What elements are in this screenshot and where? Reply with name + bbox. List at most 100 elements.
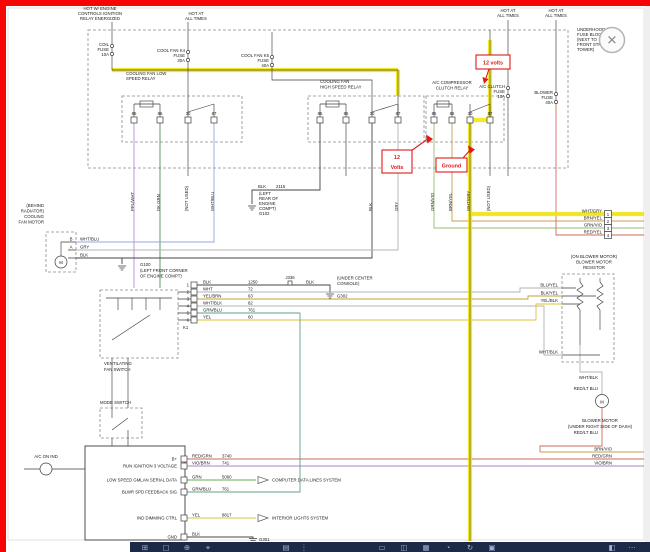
relay-pin-number: 85 bbox=[318, 111, 323, 116]
wire-color-label: YEL bbox=[192, 513, 201, 518]
module-pin-label: LOW SPEED GMLAN SERIAL DATA bbox=[107, 478, 177, 483]
circuit-number: 761 bbox=[222, 487, 230, 492]
toolbar-frame-icon[interactable]: ▢ bbox=[162, 543, 169, 552]
location-note: CONSOLE) bbox=[337, 281, 360, 286]
component-name: BLOWER MOTOR bbox=[576, 260, 612, 265]
toolbar-split-icon[interactable]: ◫ bbox=[400, 543, 407, 552]
toolbar-rows-icon[interactable]: ▤ bbox=[282, 543, 289, 552]
wire-color-label: WHT/BLU bbox=[80, 237, 99, 242]
relay-pin-number: 87 bbox=[212, 111, 217, 116]
wire-color-label: (NOT USED) bbox=[184, 185, 189, 211]
wire-color-label: (NOT USED) bbox=[486, 185, 491, 211]
component-name: FAN SWITCH bbox=[104, 367, 131, 372]
wire-color-label: YEL bbox=[203, 315, 212, 320]
circuit-number: 60 bbox=[248, 315, 253, 320]
wire-color-label: WHT bbox=[203, 287, 213, 292]
relay-pin-number: 85 bbox=[432, 111, 437, 116]
wire-color-label: WHT/BLK bbox=[203, 301, 222, 306]
wire-color-label: BLK bbox=[80, 253, 88, 258]
wire-color-label: GRY bbox=[80, 245, 89, 250]
relay-pin-number: 86 bbox=[158, 111, 163, 116]
toolbar-progress-icon[interactable]: ◔ bbox=[446, 543, 451, 552]
wiring-diagram-view: HOT W/ ENGINE CONTROLS IGNITION RELAY EN… bbox=[0, 0, 650, 552]
wire-color-label: WHT/BLK bbox=[539, 350, 558, 355]
relay-pin-number: 85 bbox=[132, 111, 137, 116]
system-ref: INTERIOR LIGHTS SYSTEM bbox=[272, 516, 329, 521]
hot-label: ALL TIMES bbox=[545, 13, 567, 18]
toolbar-grid-icon[interactable]: ⊞ bbox=[142, 543, 148, 552]
wire-color-label: BRN/YEL bbox=[584, 216, 603, 221]
annotation-text: Ground bbox=[442, 164, 461, 170]
ac-indicator-lamp bbox=[40, 463, 52, 475]
toolbar-more-icon[interactable]: ⋯ bbox=[628, 543, 636, 552]
location-note: (UNDER RIGHT SIDE OF DASH) bbox=[568, 424, 633, 429]
wire-color-label: GRN/VIO bbox=[430, 192, 435, 211]
toolbar-contrast-icon[interactable]: ◧ bbox=[608, 543, 615, 552]
toolbar-refresh-icon[interactable]: ↻ bbox=[467, 543, 473, 552]
toolbar-zoom-in-icon[interactable]: ⊕ bbox=[184, 543, 190, 552]
ground-id: G102 bbox=[259, 211, 270, 216]
relay-name: A/C COMPRESSOR bbox=[432, 80, 471, 85]
j336-junction bbox=[288, 281, 292, 285]
wire-color-label: GRN/BLU bbox=[203, 308, 222, 313]
fuse-label: 10A bbox=[101, 52, 109, 57]
circuit-number: 63 bbox=[248, 294, 253, 299]
relay-pin-number: 30 bbox=[370, 111, 375, 116]
toolbar-box-icon[interactable]: ▣ bbox=[488, 543, 495, 552]
wire-color-label: BLK bbox=[368, 203, 373, 211]
red-border-top bbox=[0, 0, 650, 6]
junction-id: J336 bbox=[285, 275, 295, 280]
hot-label: RELAY ENERGIZED bbox=[80, 16, 120, 21]
wire-color-label: RED/GRN bbox=[592, 454, 612, 459]
annotation-text: Volts bbox=[391, 165, 404, 171]
wire-color-label: WHT/GRY bbox=[582, 209, 602, 214]
close-button[interactable]: ✕ bbox=[600, 28, 625, 53]
toolbar-menu-icon[interactable]: ⋮ bbox=[300, 543, 308, 552]
connector-pin-letter: A bbox=[70, 245, 73, 250]
relay-name: CLUTCH RELAY bbox=[436, 86, 469, 91]
fuse-label: 30A bbox=[177, 58, 185, 63]
wire-color-label: BRN/VIO bbox=[594, 447, 612, 452]
motor-letter: M bbox=[59, 260, 63, 265]
toolbar-table-icon[interactable]: ▦ bbox=[422, 543, 429, 552]
location-note: (BEHIND bbox=[26, 203, 44, 208]
relay-pin-number: 30 bbox=[186, 111, 191, 116]
circuit-number: 1250 bbox=[248, 280, 258, 285]
component-name: COOLING bbox=[24, 214, 44, 219]
ground-id: G301 bbox=[259, 537, 270, 542]
relay-pin-number: 30 bbox=[468, 111, 473, 116]
wire-color-label: BLK bbox=[192, 532, 200, 537]
wire-color-label: RED/GRN bbox=[192, 454, 212, 459]
wire-color-label: BLK bbox=[203, 280, 211, 285]
wire-color-label: VIO/BRN bbox=[192, 461, 210, 466]
ground-id: G100 bbox=[140, 262, 151, 267]
wire-color-label: PPL/WHT bbox=[130, 192, 135, 211]
location-note: TOWER) bbox=[577, 47, 595, 52]
ground-id: G302 bbox=[337, 294, 348, 299]
scrollbar-track[interactable] bbox=[645, 6, 650, 552]
circuit-number: 741 bbox=[222, 461, 230, 466]
system-ref: COMPUTER DATA LINES SYSTEM bbox=[272, 478, 341, 483]
circuit-number: 82 bbox=[248, 301, 253, 306]
red-border-left bbox=[0, 0, 6, 552]
toolbar-panel-icon[interactable]: ▭ bbox=[378, 543, 385, 552]
close-icon[interactable]: ✕ bbox=[607, 33, 618, 48]
wire-color-label: VIO/BRN bbox=[594, 461, 612, 466]
relay-pin-number: 86 bbox=[344, 111, 349, 116]
relay-pin-number: 87 bbox=[488, 111, 493, 116]
module-pin-label: B+ bbox=[172, 457, 178, 462]
annotation-text: 12 bbox=[394, 155, 400, 161]
wire-color-label: YEL/BRN bbox=[203, 294, 221, 299]
bottom-toolbar[interactable]: ⊞ ▢ ⊕ ⌖ ▤ ⋮ ▭ ◫ ▦ ◔ ↻ ▣ ◧ ⋯ bbox=[130, 542, 650, 552]
wire-color-label: GRN/BLU bbox=[192, 487, 211, 492]
wire-color-label: BLK/YEL bbox=[541, 291, 559, 296]
circuit-number: 3740 bbox=[222, 454, 232, 459]
wire-color-label: WHT/GRY bbox=[466, 191, 471, 211]
relay-name: HIGH SPEED RELAY bbox=[320, 85, 362, 90]
location-note: RADIATOR) bbox=[21, 209, 45, 214]
wire-color-label: RED/LT BLU bbox=[574, 430, 598, 435]
component-name: VENTILATING bbox=[104, 361, 133, 366]
circuit-number: 5060 bbox=[222, 475, 232, 480]
location-note: (LEFT FRONT CORNER bbox=[140, 268, 188, 273]
circuit-number: 2115 bbox=[276, 184, 286, 189]
